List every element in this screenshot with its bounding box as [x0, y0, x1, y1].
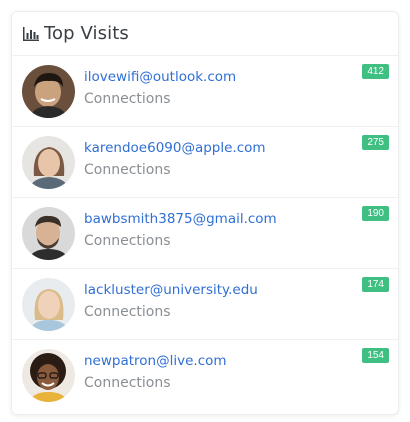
visitor-email-link[interactable]: newpatron@live.com	[84, 353, 227, 369]
card-title: Top Visits	[44, 23, 129, 44]
visitor-email-link[interactable]: bawbsmith3875@gmail.com	[84, 211, 277, 227]
visitor-subtitle: Connections	[84, 304, 171, 320]
bar-chart-icon	[23, 26, 39, 41]
avatar[interactable]	[22, 349, 75, 402]
list-item: ilovewifi@outlook.com Connections 412	[12, 56, 398, 127]
avatar[interactable]	[22, 207, 75, 260]
visit-count-badge: 190	[362, 206, 389, 221]
visitor-email-link[interactable]: karendoe6090@apple.com	[84, 140, 266, 156]
visitor-email-link[interactable]: ilovewifi@outlook.com	[84, 69, 236, 85]
avatar[interactable]	[22, 278, 75, 331]
visitor-email-link[interactable]: lackluster@university.edu	[84, 282, 258, 298]
avatar[interactable]	[22, 65, 75, 118]
visitor-subtitle: Connections	[84, 162, 171, 178]
visit-count-badge: 174	[362, 277, 389, 292]
visit-count-badge: 275	[362, 135, 389, 150]
avatar[interactable]	[22, 136, 75, 189]
list-item: newpatron@live.com Connections 154	[12, 340, 398, 411]
visit-count-badge: 154	[362, 348, 389, 363]
list-item: bawbsmith3875@gmail.com Connections 190	[12, 198, 398, 269]
list-item: karendoe6090@apple.com Connections 275	[12, 127, 398, 198]
visitor-subtitle: Connections	[84, 375, 171, 391]
visit-count-badge: 412	[362, 64, 389, 79]
card-header: Top Visits	[12, 12, 398, 56]
top-visits-card: Top Visits ilovewifi@outlook.com Connect…	[11, 11, 399, 415]
visitor-subtitle: Connections	[84, 91, 171, 107]
visits-list: ilovewifi@outlook.com Connections 412 ka…	[12, 56, 398, 411]
visitor-subtitle: Connections	[84, 233, 171, 249]
list-item: lackluster@university.edu Connections 17…	[12, 269, 398, 340]
